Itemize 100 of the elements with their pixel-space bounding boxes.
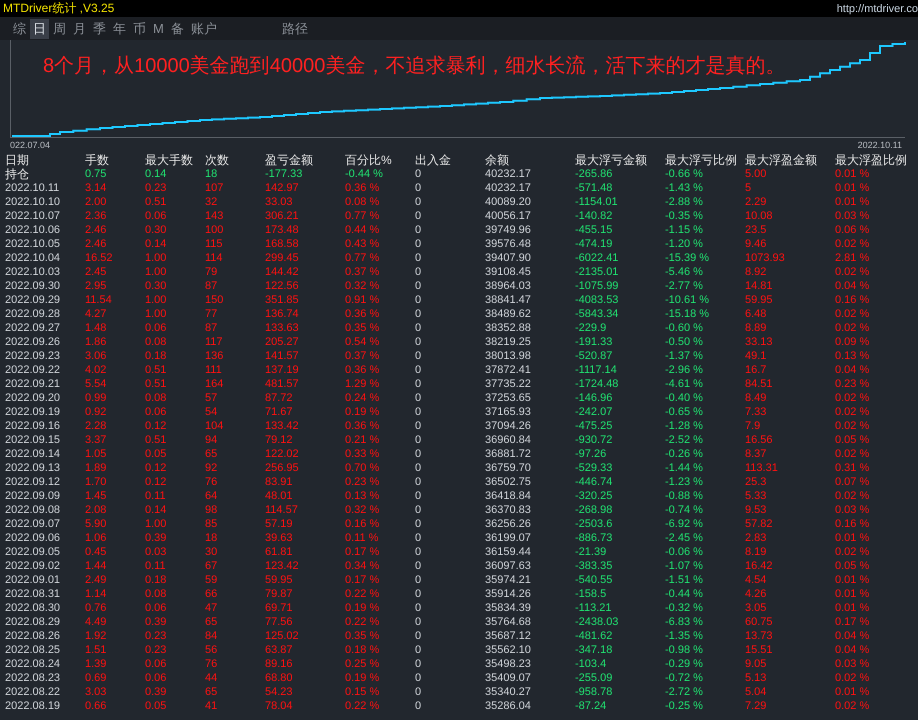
- table-cell-text: 40056.17: [485, 209, 532, 223]
- table-cell-text: 0.13 %: [835, 349, 870, 363]
- table-cell-text: 123.42: [265, 559, 300, 573]
- table-cell-text: 0.06: [145, 601, 168, 615]
- table-cell-text: 59.95: [745, 293, 774, 307]
- tab[interactable]: 年: [110, 18, 129, 38]
- table-cell-text: 0.51: [145, 195, 168, 209]
- table-cell-text: 0.06 %: [835, 223, 870, 237]
- table-cell-text: 15.51: [745, 643, 774, 657]
- table-cell-text: 48.01: [265, 489, 294, 503]
- table-cell-text: 2022.08.26: [5, 629, 62, 643]
- table-cell-text: 2022.10.03: [5, 265, 62, 279]
- table-cell-text: 2.95: [85, 279, 108, 293]
- table-cell-text: 0: [415, 699, 422, 713]
- table-cell-text: 0: [415, 643, 422, 657]
- tab[interactable]: M: [150, 18, 167, 38]
- table-cell-text: 3.14: [85, 181, 108, 195]
- table-cell-text: 38964.03: [485, 279, 532, 293]
- table-cell-text: 0: [415, 545, 422, 559]
- table-cell-text: 94: [205, 433, 218, 447]
- table-cell-text: 1.39: [85, 657, 108, 671]
- website-link[interactable]: http://mtdriver.co: [836, 2, 918, 14]
- tab[interactable]: 币: [130, 18, 149, 38]
- table-cell-text: 35914.26: [485, 587, 532, 601]
- table-cell-text: -446.74: [575, 475, 614, 489]
- table-cell-text: -2503.6: [575, 517, 614, 531]
- table-cell-text: 5.54: [85, 377, 108, 391]
- table-cell-text: 0.02 %: [835, 321, 870, 335]
- table-cell-text: 0: [415, 237, 422, 251]
- table-cell-text: 3.06: [85, 349, 108, 363]
- table-cell-text: -0.44 %: [345, 167, 384, 181]
- table-cell-text: 0.03 %: [835, 503, 870, 517]
- table-cell-text: 0.08 %: [345, 195, 380, 209]
- table-cell-text: -265.86: [575, 167, 614, 181]
- table-cell-text: 1.06: [85, 531, 108, 545]
- table-cell-text: 1.29 %: [345, 377, 380, 391]
- axis-label: 022.07.04: [10, 140, 50, 150]
- table-cell-text: 2.46: [85, 237, 108, 251]
- table-cell-text: 2022.09.30: [5, 279, 62, 293]
- table-cell-text: 5: [745, 181, 752, 195]
- tab[interactable]: 账户: [188, 18, 220, 38]
- table-cell-text: 0.04 %: [835, 279, 870, 293]
- column-header: 次数: [205, 154, 230, 167]
- table-cell-text: 79.87: [265, 587, 294, 601]
- table-cell-text: 0.36 %: [345, 307, 380, 321]
- table-cell-text: 7.29: [745, 699, 768, 713]
- tab[interactable]: 备: [168, 18, 187, 38]
- table-cell-text: 0.01 %: [835, 685, 870, 699]
- table-cell-text: -0.66 %: [665, 167, 704, 181]
- table-cell-text: 150: [205, 293, 224, 307]
- tab[interactable]: 综: [10, 18, 29, 38]
- tab[interactable]: 日: [30, 18, 49, 38]
- table-cell-text: 2022.09.15: [5, 433, 62, 447]
- table-cell-text: 0.91 %: [345, 293, 380, 307]
- table-cell-text: 持仓: [5, 167, 30, 181]
- table-cell-text: 65: [205, 447, 218, 461]
- tab[interactable]: 月: [70, 18, 89, 38]
- table-cell-text: 35340.27: [485, 685, 532, 699]
- table-cell-text: 4.49: [85, 615, 108, 629]
- table-cell-text: 0.39: [145, 531, 168, 545]
- table-cell-text: 1.51: [85, 643, 108, 657]
- table-cell-text: 0.32 %: [345, 503, 380, 517]
- table-cell-text: 60.75: [745, 615, 774, 629]
- table-cell-text: 39407.90: [485, 251, 532, 265]
- table-cell-text: -958.78: [575, 685, 614, 699]
- tab[interactable]: 季: [90, 18, 109, 38]
- table-cell-text: 67: [205, 559, 218, 573]
- table-cell-text: 35974.21: [485, 573, 532, 587]
- table-cell-text: 36097.63: [485, 559, 532, 573]
- table-cell-text: 0: [415, 517, 422, 531]
- table-cell-text: 0.03 %: [835, 657, 870, 671]
- table-cell-text: 2022.09.09: [5, 489, 62, 503]
- table-cell-text: 35687.12: [485, 629, 532, 643]
- table-cell-text: 2022.09.20: [5, 391, 62, 405]
- table-cell-text: 0.02 %: [835, 699, 870, 713]
- table-cell-text: 0.01 %: [835, 195, 870, 209]
- table-cell-text: 0: [415, 629, 422, 643]
- table-cell-text: 141.57: [265, 349, 300, 363]
- table-cell-text: 0.11: [145, 489, 167, 503]
- table-cell-text: 2022.09.28: [5, 307, 62, 321]
- table-cell-text: 37735.22: [485, 377, 532, 391]
- table-cell-text: 0.25 %: [345, 657, 380, 671]
- column-header: 百分比%: [345, 154, 393, 167]
- tab[interactable]: 周: [50, 18, 69, 38]
- table-cell-text: 2.81 %: [835, 251, 870, 265]
- table-cell-text: 2022.09.19: [5, 405, 62, 419]
- table-cell-text: 8.92: [745, 265, 768, 279]
- table-cell-text: 205.27: [265, 335, 300, 349]
- tab[interactable]: 路径: [278, 18, 311, 38]
- table-cell-text: 57: [205, 391, 218, 405]
- table-cell-text: -540.55: [575, 573, 614, 587]
- table-cell-text: 2022.09.05: [5, 545, 62, 559]
- table-cell-text: 65: [205, 685, 218, 699]
- table-cell-text: 0.23: [145, 181, 168, 195]
- table-cell-text: 122.56: [265, 279, 300, 293]
- table-cell-text: 9.05: [745, 657, 768, 671]
- table-cell-text: -886.73: [575, 531, 614, 545]
- table-cell-text: 68.80: [265, 671, 294, 685]
- table-cell-text: 0: [415, 349, 422, 363]
- table-cell-text: -2.88 %: [665, 195, 704, 209]
